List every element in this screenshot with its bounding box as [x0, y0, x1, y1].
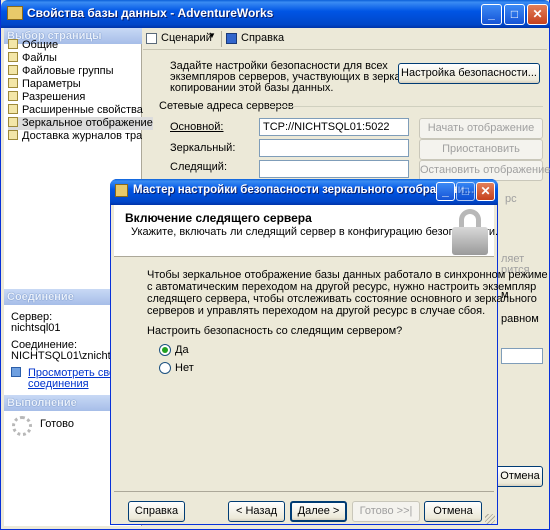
page-icon	[8, 78, 18, 88]
body-line-2: с автоматическим переходом на другой рес…	[147, 281, 537, 293]
sidebar-item-permissions[interactable]: Разрешения	[8, 91, 85, 104]
stop-mirroring-button[interactable]: Остановить отображение	[419, 160, 550, 181]
sidebar-item-label: Разрешения	[22, 91, 86, 103]
minimize-icon: _	[488, 7, 495, 21]
witness-question: Настроить безопасность со следящим серве…	[147, 325, 403, 337]
dialog-titlebar[interactable]: Мастер настройки безопасности зеркальног…	[110, 179, 498, 205]
option-no-radio[interactable]	[159, 362, 171, 374]
mirror-label: Зеркальный:	[170, 142, 236, 154]
view-connection-properties-link-2[interactable]: соединения	[28, 378, 89, 390]
page-icon	[8, 117, 18, 127]
wizard-icon	[115, 184, 128, 197]
window-title: Свойства базы данных - AdventureWorks	[27, 6, 274, 20]
header-title: Включение следящего сервера	[125, 211, 312, 225]
page-icon	[8, 65, 18, 75]
close-icon: ✕	[532, 7, 543, 21]
principal-label: Основной:	[170, 121, 224, 133]
finish-button[interactable]: Готово >>|	[352, 501, 420, 522]
resize-grip[interactable]	[485, 514, 495, 524]
progress-spinner-icon	[12, 416, 32, 436]
sidebar-item-extended-properties[interactable]: Расширенные свойства	[8, 104, 143, 117]
dialog-title: Мастер настройки безопасности зеркальног…	[133, 184, 475, 196]
toolbar: Сценарий ▼ Справка	[143, 28, 547, 50]
sidebar-item-label: Расширенные свойства	[22, 104, 143, 116]
close-icon: ✕	[480, 184, 491, 198]
maximize-icon: □	[510, 7, 519, 21]
footer-divider	[114, 491, 494, 492]
sidebar-item-label: Доставка журналов транзакций	[22, 130, 142, 142]
mirror-address-field[interactable]	[259, 139, 409, 157]
group-divider	[269, 106, 543, 107]
body-line-4: серверов и управлять переходом на другой…	[147, 305, 486, 317]
database-icon	[7, 6, 23, 20]
help-icon	[226, 33, 237, 44]
configure-security-button[interactable]: Настройка безопасности...	[398, 63, 540, 84]
hidden-text-fragment: равном	[501, 313, 539, 325]
sidebar-item-filegroups[interactable]: Файловые группы	[8, 65, 114, 78]
pause-button[interactable]: Приостановить	[419, 139, 543, 160]
intro-text-3: копировании этой базы данных.	[170, 82, 334, 94]
page-icon	[8, 39, 18, 49]
dialog-cancel-button[interactable]: Отмена	[424, 501, 482, 522]
sidebar-item-options[interactable]: Параметры	[8, 78, 81, 91]
sidebar-item-label: Общие	[22, 39, 59, 51]
body-line-1: Чтобы зеркальное отображение базы данных…	[147, 269, 548, 281]
dialog-maximize-button[interactable]: □	[456, 182, 475, 201]
dialog-header: Включение следящего сервера Укажите, вкл…	[114, 205, 498, 257]
properties-icon	[11, 367, 21, 377]
page-icon	[8, 104, 18, 114]
chevron-down-icon[interactable]: ▼	[208, 31, 216, 40]
script-button[interactable]: Сценарий ▼	[146, 31, 218, 47]
hidden-field-fragment	[501, 348, 543, 364]
lock-icon	[452, 209, 488, 255]
option-no-label[interactable]: Нет	[175, 362, 194, 374]
principal-address-field[interactable]: TCP://NICHTSQL01:5022	[259, 118, 409, 136]
connection-value: NICHTSQL01\znichter	[11, 350, 121, 362]
sidebar-item-mirroring[interactable]: Зеркальное отображение	[8, 117, 153, 130]
minimize-icon: _	[442, 184, 449, 198]
script-icon	[146, 33, 157, 44]
script-label: Сценарий	[161, 32, 212, 44]
witness-label: Следящий:	[170, 161, 228, 173]
sidebar-item-label: Параметры	[22, 78, 81, 90]
maximize-icon: □	[461, 184, 470, 198]
next-button[interactable]: Далее >	[290, 501, 347, 522]
toolbar-divider	[221, 31, 222, 47]
progress-status: Готово	[40, 418, 74, 430]
header-subtitle: Укажите, включать ли следящий сервер в к…	[131, 226, 499, 238]
dialog-minimize-button[interactable]: _	[436, 182, 455, 201]
server-value: nichtsql01	[11, 322, 61, 334]
page-icon	[8, 130, 18, 140]
option-yes-radio[interactable]	[159, 344, 171, 356]
sidebar-item-label: Файлы	[22, 52, 57, 64]
sidebar-item-general[interactable]: Общие	[8, 39, 58, 52]
minimize-button[interactable]: _	[481, 4, 502, 25]
option-yes-label[interactable]: Да	[175, 344, 189, 356]
sidebar-item-log-shipping[interactable]: Доставка журналов транзакций	[8, 130, 142, 143]
hidden-button-fragment: рс	[505, 193, 517, 205]
dialog-close-button[interactable]: ✕	[476, 182, 495, 201]
help-label: Справка	[241, 32, 285, 44]
maximize-button[interactable]: □	[504, 4, 525, 25]
back-button[interactable]: < Назад	[228, 501, 285, 522]
page-icon	[8, 52, 18, 62]
dialog-help-button[interactable]: Справка	[128, 501, 185, 522]
body-line-3: следящего сервера, чтобы отслеживать сос…	[147, 293, 537, 305]
witness-address-field[interactable]	[259, 160, 409, 178]
sidebar-item-files[interactable]: Файлы	[8, 52, 57, 65]
dialog-help-label: Справка	[134, 505, 179, 517]
help-button[interactable]: Справка	[226, 31, 286, 47]
start-mirroring-button[interactable]: Начать отображение	[419, 118, 543, 139]
security-wizard-dialog: Мастер настройки безопасности зеркальног…	[110, 179, 548, 525]
page-icon	[8, 91, 18, 101]
sidebar-item-label: Файловые группы	[22, 65, 114, 77]
sidebar-item-label: Зеркальное отображение	[22, 117, 153, 129]
close-button[interactable]: ✕	[527, 4, 548, 25]
window-titlebar[interactable]: Свойства базы данных - AdventureWorks _ …	[1, 0, 550, 28]
